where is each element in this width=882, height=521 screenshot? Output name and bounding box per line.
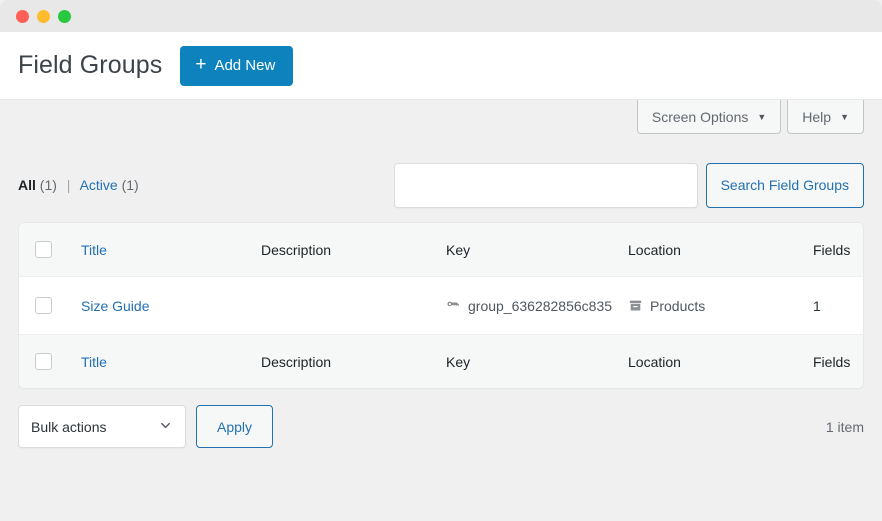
page-title: Field Groups <box>18 51 163 79</box>
field-group-key: group_636282856c835 <box>468 297 613 314</box>
search-submit-button[interactable]: Search Field Groups <box>705 162 864 208</box>
row-key-cell: group_636282856c835 <box>446 276 628 335</box>
field-group-location: Products <box>650 297 706 314</box>
filter-count-all: (1) <box>39 177 57 193</box>
column-header-location: Location <box>628 223 813 277</box>
table-head: Title Description Key Location Fields <box>19 223 863 277</box>
column-footer-key: Key <box>446 334 628 388</box>
table-row[interactable]: Size Guide group_636282856c835 Products … <box>19 276 863 335</box>
select-all-footer <box>19 334 81 388</box>
screen-options-tab[interactable]: Screen Options ▼ <box>636 100 782 134</box>
screen-meta-tabs: Screen Options ▼ Help ▼ <box>0 100 882 140</box>
table-bottom-nav: Bulk actions Apply 1 item <box>0 389 882 448</box>
column-footer-description: Description <box>261 334 446 388</box>
table-header-row: Title Description Key Location Fields <box>19 223 863 277</box>
item-count-label: 1 item <box>825 418 864 435</box>
browser-window: Field Groups + Add New Screen Options ▼ … <box>0 0 882 521</box>
sort-by-title-link[interactable]: Title <box>81 242 107 258</box>
field-group-title-link[interactable]: Size Guide <box>81 298 149 314</box>
column-footer-location: Location <box>628 334 813 388</box>
bulk-actions-group: Bulk actions Apply <box>18 405 274 448</box>
list-toolbar: All (1) | Active (1) Search Field Groups <box>0 140 882 212</box>
bulk-actions-selected-value: Bulk actions <box>31 418 107 435</box>
status-filter-links: All (1) | Active (1) <box>18 177 139 193</box>
help-label: Help <box>802 108 832 125</box>
row-fields-cell: 1 <box>813 276 863 335</box>
screen-options-label: Screen Options <box>651 108 749 125</box>
caret-down-icon: ▼ <box>757 112 767 122</box>
column-footer-title: Title <box>81 334 261 388</box>
column-footer-fields: Fields <box>813 334 863 388</box>
search-box: Search Field Groups <box>393 162 864 208</box>
table-foot: Title Description Key Location Fields <box>19 334 863 388</box>
field-groups-table: Title Description Key Location Fields Si… <box>19 223 863 388</box>
minimize-window-button[interactable] <box>37 9 50 23</box>
apply-button[interactable]: Apply <box>196 405 274 448</box>
row-description-cell <box>261 276 446 335</box>
caret-down-icon: ▼ <box>840 112 849 122</box>
row-title-cell: Size Guide <box>81 276 261 335</box>
close-window-button[interactable] <box>16 9 29 23</box>
plus-icon: + <box>195 53 207 75</box>
chevron-down-icon <box>158 418 173 436</box>
add-new-button-label: Add New <box>214 56 276 74</box>
select-all-checkbox-footer[interactable] <box>35 353 52 371</box>
table-body: Size Guide group_636282856c835 Products … <box>19 276 863 335</box>
help-tab[interactable]: Help ▼ <box>787 100 864 134</box>
sort-by-title-link-footer[interactable]: Title <box>81 354 107 370</box>
column-header-description: Description <box>261 223 446 277</box>
field-groups-table-container: Title Description Key Location Fields Si… <box>18 222 864 389</box>
search-input[interactable] <box>393 162 698 208</box>
add-new-button[interactable]: + Add New <box>180 45 294 86</box>
row-select-cell <box>19 276 81 335</box>
filter-count-active: (1) <box>121 177 139 193</box>
column-header-fields: Fields <box>813 223 863 277</box>
select-all-header <box>19 223 81 277</box>
column-header-key: Key <box>446 223 628 277</box>
window-titlebar <box>0 0 882 32</box>
table-footer-row: Title Description Key Location Fields <box>19 334 863 388</box>
maximize-window-button[interactable] <box>58 9 71 23</box>
filter-link-all[interactable]: All <box>18 177 36 193</box>
filter-link-active[interactable]: Active <box>80 177 118 193</box>
page-header: Field Groups + Add New <box>0 32 882 100</box>
select-all-checkbox[interactable] <box>35 241 52 259</box>
bulk-actions-select[interactable]: Bulk actions <box>18 405 186 448</box>
archive-box-icon <box>628 298 643 313</box>
row-location-cell: Products <box>628 276 813 335</box>
key-icon <box>446 298 461 313</box>
filter-separator: | <box>66 177 71 193</box>
row-checkbox[interactable] <box>35 297 52 315</box>
column-header-title: Title <box>81 223 261 277</box>
